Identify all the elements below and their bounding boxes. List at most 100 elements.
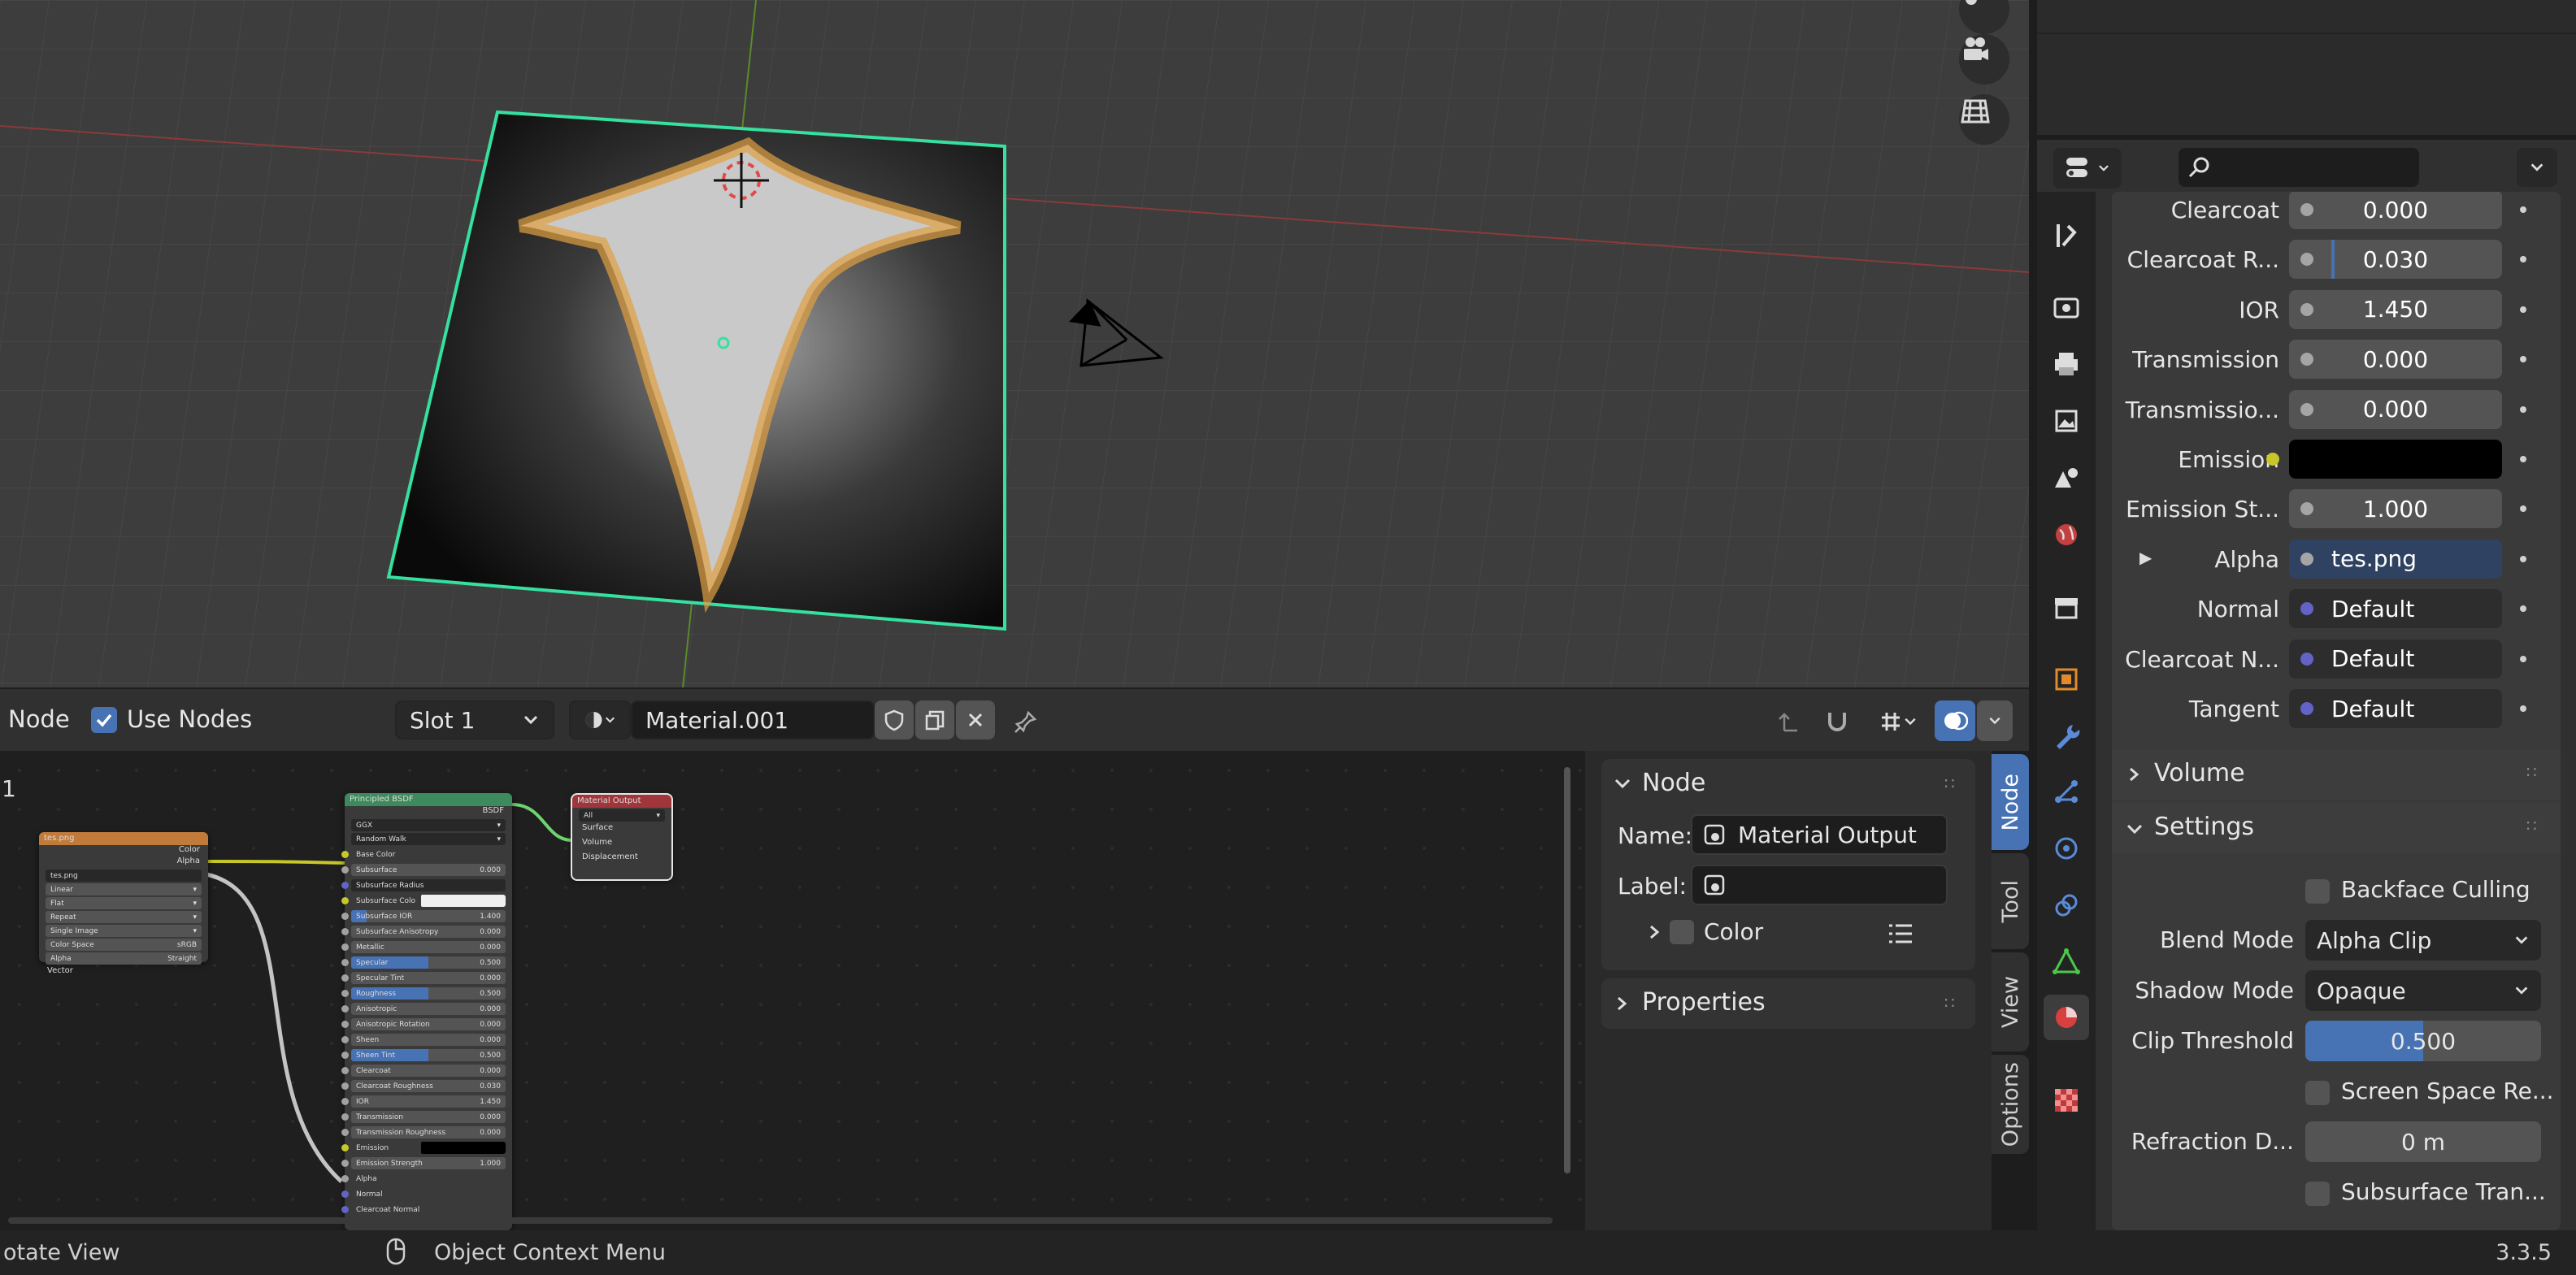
socket-dot[interactable]	[2300, 702, 2313, 715]
material-name-field[interactable]: Material.001	[631, 700, 875, 739]
socket-dot[interactable]	[2300, 203, 2313, 216]
bsdf-input-row[interactable]: Subsurface 0.000	[341, 862, 506, 878]
bsdf-input-row[interactable]: Clearcoat Roughness 0.030	[341, 1078, 506, 1094]
bsdf-input-row[interactable]: Subsurface Colo	[341, 893, 506, 909]
input-socket[interactable]	[341, 1021, 349, 1028]
input-socket[interactable]	[341, 1113, 349, 1121]
socket-dot[interactable]	[2300, 253, 2313, 267]
surface-input-field[interactable]: tes.png	[2289, 539, 2502, 579]
color-swatch[interactable]	[421, 1142, 506, 1154]
overlay-toggle-button[interactable]	[1935, 700, 1975, 741]
parent-node-tree-button[interactable]	[1772, 704, 1805, 739]
tab-physics[interactable]	[2044, 826, 2089, 871]
tab-render[interactable]	[2044, 284, 2089, 330]
bsdf-input-row[interactable]: Clearcoat 0.000	[341, 1063, 506, 1078]
input-socket[interactable]	[341, 1144, 349, 1151]
duplicate-material-button[interactable]	[915, 700, 954, 739]
bsdf-input-row[interactable]: Subsurface IOR 1.400	[341, 909, 506, 924]
source-select[interactable]: Single Image ▾	[46, 925, 202, 937]
bsdf-input-row[interactable]: Alpha	[341, 1171, 506, 1186]
input-socket[interactable]	[341, 1190, 349, 1198]
editor-type-button[interactable]	[2053, 148, 2122, 189]
bsdf-input-row[interactable]: Anisotropic Rotation 0.000	[341, 1017, 506, 1032]
tab-particles[interactable]	[2044, 769, 2089, 814]
keyframe-dot[interactable]	[2520, 206, 2526, 213]
keyframe-dot[interactable]	[2520, 356, 2526, 363]
tab-material[interactable]	[2044, 995, 2089, 1040]
input-socket[interactable]	[341, 1160, 349, 1167]
subsurface-translucency-checkbox[interactable]	[2305, 1182, 2330, 1206]
input-socket[interactable]	[341, 928, 349, 935]
node-editor-canvas[interactable]: 1 tes.png Color Alpha tes.png Linear ▾ Fl…	[0, 751, 1585, 1230]
bsdf-input-row[interactable]: Roughness 0.500	[341, 986, 506, 1001]
input-socket[interactable]	[341, 1005, 349, 1013]
unlink-material-button[interactable]	[956, 700, 995, 739]
input-socket[interactable]	[341, 1175, 349, 1182]
keyframe-dot[interactable]	[2520, 705, 2526, 712]
tab-node[interactable]: Node	[1992, 754, 2029, 850]
snap-button[interactable]	[1821, 704, 1853, 739]
bsdf-input-row[interactable]: Emission	[341, 1140, 506, 1156]
socket-dot[interactable]	[2300, 652, 2313, 666]
keyframe-dot[interactable]	[2520, 405, 2526, 413]
input-socket[interactable]	[341, 882, 349, 889]
shadow-mode-select[interactable]: Opaque	[2305, 970, 2541, 1011]
tab-options[interactable]: Options	[1992, 1055, 2029, 1154]
refraction-depth-field[interactable]: 0 m	[2305, 1121, 2541, 1162]
alpha-mode-select[interactable]: Alpha Straight	[46, 952, 202, 965]
list-icon[interactable]	[1886, 922, 1915, 946]
volume-section-header[interactable]: Volume ∷	[2112, 749, 2561, 800]
input-socket[interactable]	[341, 913, 349, 920]
keyframe-dot[interactable]	[2520, 256, 2526, 263]
backface-culling-checkbox[interactable]	[2305, 879, 2330, 904]
properties-options-dropdown[interactable]	[2517, 148, 2557, 187]
bsdf-input-row[interactable]: Emission Strength 1.000	[341, 1156, 506, 1171]
clip-threshold-slider[interactable]: 0.500	[2305, 1021, 2541, 1061]
camera-view-button[interactable]	[1959, 34, 2009, 85]
use-nodes-checkbox[interactable]	[91, 707, 117, 733]
surface-input-field[interactable]: 0.030	[2289, 240, 2502, 280]
ortho-toggle-button[interactable]	[1959, 94, 2009, 145]
screen-space-refraction-checkbox[interactable]	[2305, 1081, 2330, 1105]
keyframe-dot[interactable]	[2520, 456, 2526, 462]
surface-input-field[interactable]: 1.000	[2289, 489, 2502, 529]
tab-output[interactable]	[2044, 341, 2089, 387]
keyframe-dot[interactable]	[2520, 655, 2526, 662]
pin-button[interactable]	[1008, 704, 1044, 739]
keyframe-dot[interactable]	[2520, 555, 2526, 562]
socket-dot[interactable]	[2300, 502, 2313, 516]
input-socket[interactable]	[341, 1052, 349, 1059]
tab-world[interactable]	[2044, 512, 2089, 557]
tab-tool[interactable]: Tool	[1992, 853, 2029, 949]
drag-handle-icon[interactable]: ∷	[2526, 816, 2537, 835]
keyframe-dot[interactable]	[2520, 505, 2526, 513]
bsdf-input-row[interactable]: IOR 1.450	[341, 1094, 506, 1109]
material-output-node[interactable]: Material Output All ▾ Surface Volume Disp…	[571, 793, 673, 881]
bsdf-input-row[interactable]: Base Color	[341, 847, 506, 862]
chevron-right-icon[interactable]	[1645, 923, 1663, 941]
bsdf-input-row[interactable]: Sheen Tint 0.500	[341, 1047, 506, 1063]
tab-object[interactable]	[2044, 657, 2089, 702]
surface-input-field[interactable]: Default	[2289, 689, 2502, 728]
bsdf-input-row[interactable]: Anisotropic 0.000	[341, 1001, 506, 1017]
tab-texture[interactable]	[2044, 1078, 2089, 1123]
blend-mode-select[interactable]: Alpha Clip	[2305, 920, 2541, 961]
input-socket[interactable]	[341, 1036, 349, 1043]
principled-bsdf-node[interactable]: Principled BSDF BSDF GGX ▾ Random Walk ▾ B…	[341, 793, 512, 1230]
overlay-dropdown[interactable]	[1977, 700, 2013, 741]
surface-input-field[interactable]: 0.000	[2289, 192, 2502, 229]
node-menu[interactable]: Node	[8, 705, 70, 733]
tab-tool-settings[interactable]	[2044, 213, 2089, 258]
input-socket[interactable]	[341, 897, 349, 904]
input-socket[interactable]	[341, 866, 349, 874]
properties-search-input[interactable]	[2179, 148, 2419, 187]
tab-view[interactable]: View	[1992, 952, 2029, 1052]
node-name-field[interactable]: Material Output	[1691, 814, 1948, 855]
input-socket[interactable]	[341, 959, 349, 966]
settings-section-header[interactable]: Settings ∷	[2112, 803, 2561, 853]
socket-dot[interactable]	[2300, 552, 2313, 566]
bsdf-input-row[interactable]: Specular 0.500	[341, 955, 506, 970]
socket-dot[interactable]	[2300, 353, 2313, 366]
bsdf-input-row[interactable]: Clearcoat Normal	[341, 1202, 506, 1217]
socket-dot[interactable]	[2300, 402, 2313, 416]
